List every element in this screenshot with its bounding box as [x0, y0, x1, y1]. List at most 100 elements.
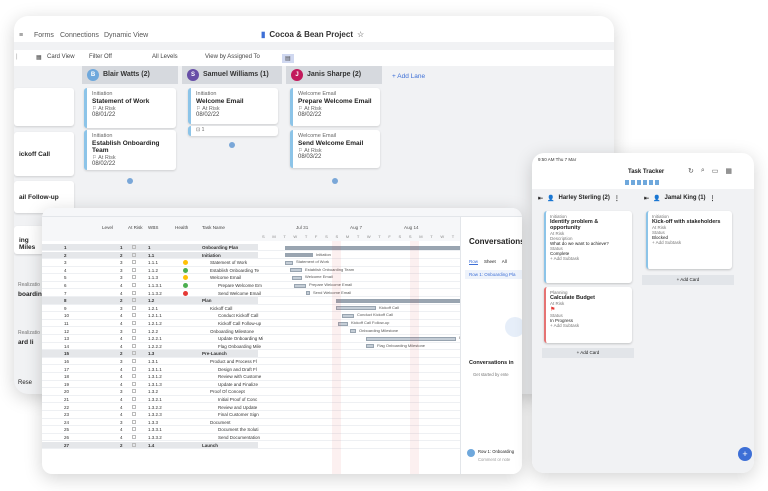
at-risk-checkbox[interactable]: [132, 267, 136, 272]
at-risk-checkbox[interactable]: [132, 427, 136, 432]
at-risk-checkbox[interactable]: [132, 313, 136, 318]
at-risk-checkbox[interactable]: [132, 389, 136, 394]
table-row[interactable]: 10 4 1.2.1.1 Conduct Kickoff Call: [42, 312, 258, 320]
table-row[interactable]: 14 4 1.2.2.2 Flag Onboarding Mile: [42, 343, 261, 351]
table-row[interactable]: 9 3 1.2.1 Kickoff Call: [42, 305, 258, 313]
add-card-button[interactable]: + Add Card: [542, 348, 634, 358]
table-row[interactable]: 11 4 1.2.1.2 Kickoff Call Follow-up: [42, 320, 261, 328]
gantt-bar[interactable]: [336, 298, 460, 303]
gantt-bar[interactable]: [285, 253, 313, 258]
table-row[interactable]: 15 2 1.3 Pre-Launch: [42, 350, 258, 358]
star-icon[interactable]: ☆: [357, 30, 364, 39]
at-risk-checkbox[interactable]: [132, 328, 136, 333]
table-row[interactable]: 4 3 1.1.2 Establish Onboarding Te: [42, 267, 259, 275]
more-icon[interactable]: ⋮: [614, 195, 620, 202]
add-card-button[interactable]: + Add Card: [642, 275, 734, 285]
gantt-bar[interactable]: [290, 268, 302, 273]
at-risk-checkbox[interactable]: [132, 374, 136, 379]
kanban-card[interactable]: Initiation Statement of Work ⚐ At Risk 0…: [84, 88, 176, 128]
col-level[interactable]: Level: [102, 225, 113, 230]
collapse-icon[interactable]: ⇤: [538, 195, 543, 202]
gantt-bar[interactable]: [285, 245, 460, 250]
table-row[interactable]: 7 4 1.1.3.2 Send Welcome Email: [42, 290, 261, 297]
at-risk-checkbox[interactable]: [132, 252, 136, 257]
table-row[interactable]: 13 4 1.2.2.1 Update Onboarding Mi: [42, 335, 263, 343]
kanban-card[interactable]: Welcome Email Prepare Welcome Email ⚐ At…: [290, 88, 380, 126]
at-risk-checkbox[interactable]: [132, 366, 136, 371]
tab-all[interactable]: All: [502, 259, 507, 265]
collapse-icon[interactable]: ⇤: [644, 195, 649, 202]
task-card[interactable]: Initiation Kick-off with stakeholders At…: [646, 211, 732, 269]
more-icon[interactable]: ⋮: [710, 195, 716, 202]
at-risk-checkbox[interactable]: [132, 275, 136, 280]
table-row[interactable]: 5 3 1.1.3 Welcome Email: [42, 274, 258, 282]
at-risk-checkbox[interactable]: [132, 435, 136, 439]
search-icon[interactable]: ⌕: [701, 167, 705, 175]
at-risk-checkbox[interactable]: [132, 412, 136, 417]
at-risk-checkbox[interactable]: [132, 442, 136, 447]
table-row[interactable]: 24 3 1.3.3 Document: [42, 419, 258, 427]
col-task-name[interactable]: Task Name: [202, 225, 225, 230]
table-row[interactable]: 19 4 1.3.1.3 Update and Finalize: [42, 381, 258, 389]
task-card[interactable]: Initiation Identify problem & opportunit…: [544, 211, 632, 283]
tab-row[interactable]: Row: [469, 259, 479, 265]
table-row[interactable]: 12 3 1.2.2 Onboarding Milestone: [42, 328, 258, 335]
table-row[interactable]: 3 3 1.1.1 Statement of Work: [42, 259, 258, 267]
table-row[interactable]: 16 3 1.3.1 Product and Process Fl: [42, 358, 258, 366]
comment-input[interactable]: Comment or note: [478, 457, 510, 462]
subtask-count[interactable]: ⊡ 1: [188, 126, 278, 136]
add-card-icon[interactable]: [332, 178, 338, 184]
at-risk-checkbox[interactable]: [132, 397, 136, 401]
table-row[interactable]: 21 4 1.3.2.1 Initial Proof of Conc: [42, 396, 258, 404]
gantt-bar[interactable]: [336, 306, 376, 311]
col-health[interactable]: Health: [175, 225, 188, 230]
card-partial[interactable]: ickoff Call: [14, 132, 74, 176]
at-risk-checkbox[interactable]: [132, 359, 136, 363]
add-lane-button[interactable]: + Add Lane: [392, 73, 425, 80]
col-at-risk[interactable]: At Risk: [128, 225, 143, 230]
table-row[interactable]: 1 1 1 Onboarding Plan: [42, 244, 258, 252]
filter-button[interactable]: Filter Off: [89, 54, 112, 60]
at-risk-checkbox[interactable]: [132, 336, 136, 341]
fab-add-icon[interactable]: +: [738, 447, 752, 461]
at-risk-checkbox[interactable]: [132, 245, 136, 249]
at-risk-checkbox[interactable]: [132, 260, 136, 265]
add-subtask-button[interactable]: + Add Subtask: [550, 256, 579, 261]
add-subtask-button[interactable]: + Add Subtask: [652, 240, 681, 245]
at-risk-checkbox[interactable]: [132, 343, 136, 348]
table-row[interactable]: 8 2 1.2 Plan: [42, 297, 258, 305]
gantt-bar[interactable]: [350, 329, 356, 334]
at-risk-checkbox[interactable]: [132, 381, 136, 386]
table-row[interactable]: 2 2 1.1 Initiation: [42, 251, 258, 259]
gantt-bar[interactable]: [342, 313, 354, 318]
at-risk-checkbox[interactable]: [132, 305, 136, 310]
lane-header-janis[interactable]: J Janis Sharpe (2): [286, 66, 382, 84]
card-view-button[interactable]: Card View: [47, 54, 75, 60]
table-row[interactable]: 17 4 1.3.1.1 Design and Draft Fl: [42, 366, 258, 373]
menu-icon[interactable]: ≡: [19, 32, 23, 39]
nav-connections[interactable]: Connections: [60, 32, 99, 39]
view-icon[interactable]: ▦: [725, 167, 732, 175]
comment-icon[interactable]: ▭: [712, 167, 719, 175]
col-wbs[interactable]: WBS: [148, 225, 158, 230]
gantt-bar[interactable]: [285, 260, 293, 265]
table-row[interactable]: 20 3 1.3.2 Proof Of Concept: [42, 388, 258, 396]
table-row[interactable]: 26 4 1.3.3.2 Send Documentation: [42, 434, 260, 442]
view-by-button[interactable]: View by Assigned To: [205, 54, 260, 60]
refresh-icon[interactable]: ↻: [688, 167, 694, 175]
tab-sheet[interactable]: Sheet: [484, 259, 496, 265]
table-row[interactable]: 25 4 1.3.3.1 Document the Soluti: [42, 426, 259, 434]
at-risk-checkbox[interactable]: [132, 404, 136, 409]
table-row[interactable]: 18 4 1.3.1.2 Review with Custome: [42, 373, 261, 381]
lane-header-jamal[interactable]: ⇤ 👤 Jamal King (1) ⋮: [644, 195, 716, 202]
at-risk-checkbox[interactable]: [132, 419, 136, 424]
add-card-icon[interactable]: [229, 142, 235, 148]
levels-button[interactable]: All Levels: [152, 54, 178, 60]
at-risk-checkbox[interactable]: [132, 321, 136, 325]
lane-header-harley[interactable]: ⇤ 👤 Harley Sterling (2) ⋮: [538, 195, 620, 202]
conv-row-label[interactable]: Row 1: Onboarding Pla: [465, 270, 522, 279]
gantt-bar[interactable]: [366, 344, 374, 349]
lane-header-blair[interactable]: B Blair Watts (2): [82, 66, 178, 84]
table-row[interactable]: 6 4 1.1.3.1 Prepare Welcome Em: [42, 282, 262, 290]
table-row[interactable]: 22 4 1.3.2.2 Review and Update: [42, 404, 258, 411]
